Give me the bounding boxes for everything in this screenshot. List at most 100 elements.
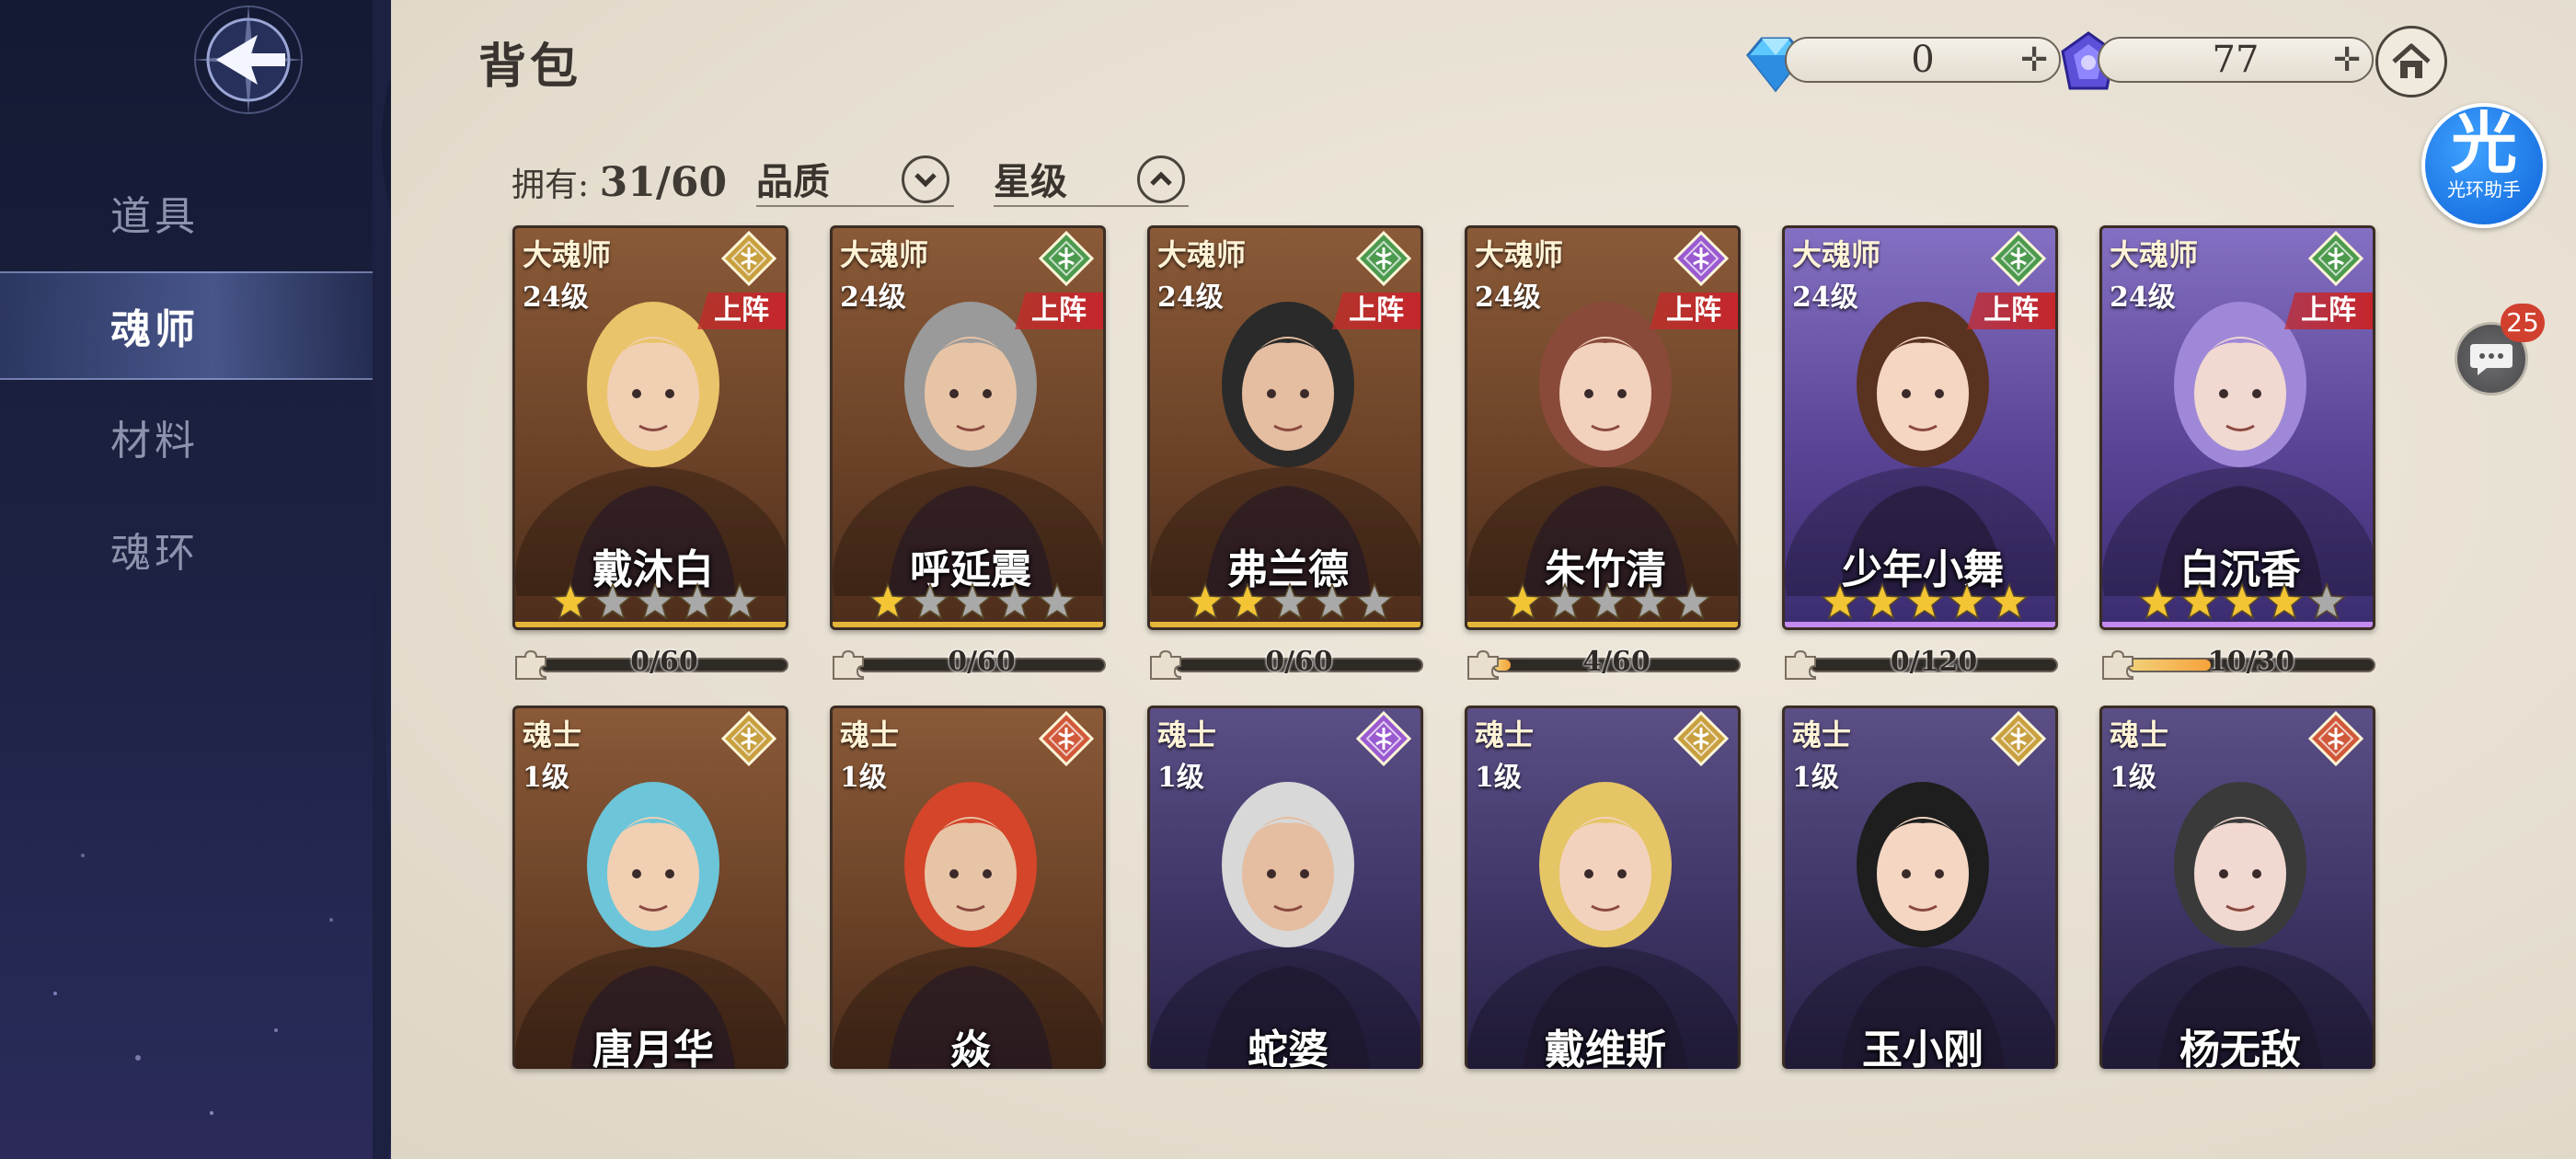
star-icon <box>677 581 718 622</box>
hero-name: 唐月华 <box>592 1027 714 1069</box>
hero-card[interactable]: 魂士 1级 焱 <box>830 706 1106 1069</box>
helper-app-button[interactable]: 光 光环助手 <box>2421 103 2547 228</box>
shard-progress: 0/60 <box>830 646 1106 681</box>
crystal-currency: 77 ✛ <box>2098 37 2374 83</box>
card-rarity-line <box>833 622 1103 627</box>
hero-rank: 大魂师 <box>840 237 929 272</box>
claw-icon <box>1355 710 1412 767</box>
add-crystal-icon[interactable]: ✛ <box>2333 44 2361 77</box>
star-icon <box>2179 581 2220 622</box>
owned-label: 拥有: <box>512 166 590 204</box>
shard-progress: 4/60 <box>1465 646 1741 681</box>
chevron-up-icon[interactable] <box>1137 155 1185 203</box>
hero-stars <box>868 581 1079 622</box>
hero-card[interactable]: 魂士 1级 蛇婆 <box>1147 706 1423 1069</box>
deployed-badge: 上阵 <box>697 293 786 329</box>
star-icon <box>1312 581 1352 622</box>
deployed-badge: 上阵 <box>1332 293 1420 329</box>
sidebar-item-label: 材料 <box>110 418 199 465</box>
hero-card[interactable]: 大魂师 24级 上阵 白沉香 <box>2099 225 2375 630</box>
sidebar-item-soul-rings[interactable]: 魂环 <box>0 495 386 603</box>
star-icon <box>1904 581 1945 622</box>
hero-card[interactable]: 魂士 1级 唐月华 <box>512 706 788 1069</box>
hero-level: 24级 <box>840 281 906 314</box>
hero-card[interactable]: 魂士 1级 戴维斯 <box>1465 706 1741 1069</box>
sidebar-item-label: 道具 <box>110 193 199 240</box>
chat-unread-badge: 25 <box>2501 304 2545 342</box>
shield-icon <box>1038 230 1095 287</box>
chevron-down-icon[interactable] <box>902 155 949 203</box>
shard-progress: 0/60 <box>512 646 788 681</box>
owned-value: 31/60 <box>599 159 728 206</box>
hero-level: 1级 <box>1157 762 1204 794</box>
star-icon <box>2306 581 2347 622</box>
star-icon <box>1502 581 1543 622</box>
helper-label: 光环助手 <box>2447 178 2521 201</box>
hero-rank: 魂士 <box>2110 717 2169 752</box>
claw-icon <box>1990 230 2047 287</box>
hero-level: 24级 <box>1157 281 1224 314</box>
quality-filter-label: 品质 <box>756 160 830 203</box>
star-icon <box>1185 581 1225 622</box>
hero-card[interactable]: 大魂师 24级 上阵 戴沐白 <box>512 225 788 630</box>
diamond-currency: 0 ✛ <box>1785 37 2061 83</box>
star-icon <box>1270 581 1310 622</box>
star-icon <box>592 581 633 622</box>
sidebar-item-props[interactable]: 道具 <box>0 158 386 267</box>
hero-stars <box>550 581 762 622</box>
star-icon <box>1862 581 1903 622</box>
star-icon <box>1989 581 2030 622</box>
crystal-count: 77 <box>2212 39 2260 81</box>
hero-card[interactable]: 魂士 1级 玉小刚 <box>1782 706 2058 1069</box>
hero-level: 24级 <box>1792 281 1858 314</box>
shard-progress: 0/60 <box>1147 646 1423 681</box>
axe-icon <box>2307 710 2364 767</box>
hero-stars <box>1185 581 1397 622</box>
hero-card[interactable]: 大魂师 24级 上阵 呼延震 <box>830 225 1106 630</box>
claw-icon <box>2307 230 2364 287</box>
star-icon <box>995 581 1035 622</box>
owned-count: 拥有: 31/60 <box>512 158 727 206</box>
progress-text: 4/60 <box>1582 646 1650 678</box>
star-icon <box>910 581 950 622</box>
hero-rank: 魂士 <box>840 717 900 752</box>
home-icon <box>2392 43 2431 78</box>
axe-icon <box>1990 710 2047 767</box>
star-icon <box>1227 581 1268 622</box>
progress-text: 0/60 <box>948 646 1016 678</box>
chat-icon <box>2470 344 2513 375</box>
hero-stars <box>2137 581 2349 622</box>
hero-card[interactable]: 大魂师 24级 上阵 少年小舞 <box>1782 225 2058 630</box>
hero-rank: 魂士 <box>1157 717 1217 752</box>
hero-card[interactable]: 魂士 1级 杨无敌 <box>2099 706 2375 1069</box>
quality-filter[interactable]: 品质 <box>756 152 954 207</box>
star-icon <box>1037 581 1077 622</box>
star-icon <box>1545 581 1585 622</box>
sidebar-item-soul-master[interactable]: 魂师 <box>0 271 386 380</box>
hero-card[interactable]: 大魂师 24级 上阵 朱竹清 <box>1465 225 1741 630</box>
hero-level: 24级 <box>1475 281 1541 314</box>
add-diamond-icon[interactable]: ✛ <box>2020 44 2048 77</box>
hero-card[interactable]: 大魂师 24级 上阵 弗兰德 <box>1147 225 1423 630</box>
axe-icon <box>1673 710 1730 767</box>
hero-level: 1级 <box>840 762 887 794</box>
star-icon <box>1820 581 1860 622</box>
star-icon <box>2264 581 2305 622</box>
card-rarity-line <box>1785 622 2055 627</box>
star-icon <box>1629 581 1670 622</box>
star-icon <box>952 581 993 622</box>
card-rarity-line <box>515 622 786 627</box>
progress-text: 0/60 <box>630 646 698 678</box>
hero-name: 玉小刚 <box>1862 1027 1984 1069</box>
star-icon <box>719 581 760 622</box>
star-filter[interactable]: 星级 <box>994 152 1189 207</box>
sidebar-item-label: 魂师 <box>110 306 199 353</box>
star-icon <box>2137 581 2178 622</box>
home-button[interactable] <box>2375 26 2447 98</box>
hero-rank: 魂士 <box>1792 717 1852 752</box>
helper-logo-text: 光 <box>2450 105 2517 182</box>
deployed-badge: 上阵 <box>2284 293 2373 329</box>
shard-progress: 0/120 <box>1782 646 2058 681</box>
star-icon <box>1672 581 1712 622</box>
sidebar-item-materials[interactable]: 材料 <box>0 383 386 491</box>
